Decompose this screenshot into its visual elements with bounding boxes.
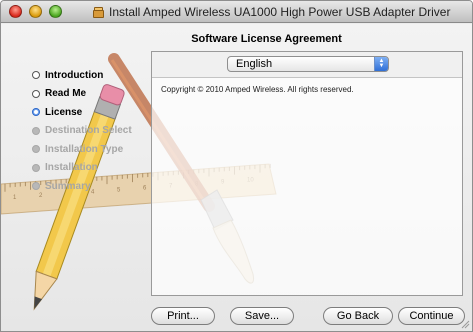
language-select-value: English	[236, 58, 273, 70]
done-step-bullet-icon	[32, 71, 40, 80]
step-item: Introduction	[32, 66, 132, 85]
step-label: License	[45, 106, 83, 118]
step-label: Introduction	[45, 69, 104, 81]
step-label: Installation	[45, 162, 98, 174]
print-button[interactable]: Print...	[151, 307, 215, 325]
active-step-bullet-icon	[32, 108, 40, 117]
save-button[interactable]: Save...	[230, 307, 294, 325]
pending-step-bullet-icon	[32, 182, 40, 191]
minimize-window-button[interactable]	[29, 5, 42, 18]
select-arrows-icon: ▲ ▼	[374, 57, 388, 71]
step-label: Destination Select	[45, 125, 132, 137]
zoom-window-button[interactable]	[49, 5, 62, 18]
step-label: Read Me	[45, 88, 87, 100]
step-item: License	[32, 103, 132, 122]
done-step-bullet-icon	[32, 89, 40, 98]
window-title: Install Amped Wireless UA1000 High Power…	[109, 5, 451, 19]
installer-window: Install Amped Wireless UA1000 High Power…	[0, 0, 473, 332]
step-item: Destination Select	[32, 122, 132, 141]
resize-grip-icon[interactable]	[460, 319, 470, 329]
close-window-button[interactable]	[9, 5, 22, 18]
title-bar[interactable]: Install Amped Wireless UA1000 High Power…	[1, 1, 472, 23]
step-item: Installation Type	[32, 140, 132, 159]
step-item: Read Me	[32, 85, 132, 104]
continue-button[interactable]: Continue	[398, 307, 465, 325]
language-bar: English ▲ ▼	[152, 52, 462, 78]
license-text: Copyright © 2010 Amped Wireless. All rig…	[161, 85, 354, 94]
step-item: Installation	[32, 159, 132, 178]
page-title: Software License Agreement	[191, 33, 342, 45]
pending-step-bullet-icon	[32, 126, 40, 135]
package-icon	[93, 6, 104, 18]
language-select[interactable]: English ▲ ▼	[227, 56, 389, 72]
installer-steps: Introduction Read Me License Destination Se…	[32, 66, 132, 196]
window-title-group: Install Amped Wireless UA1000 High Power…	[93, 4, 450, 20]
step-label: Installation Type	[45, 143, 124, 155]
pending-step-bullet-icon	[32, 145, 40, 154]
license-panel: English ▲ ▼ Copyright © 2010 Amped Wirele…	[151, 51, 463, 296]
go-back-button[interactable]: Go Back	[323, 307, 393, 325]
step-label: Summary	[45, 180, 91, 192]
pending-step-bullet-icon	[32, 163, 40, 172]
step-item: Summary	[32, 177, 132, 196]
